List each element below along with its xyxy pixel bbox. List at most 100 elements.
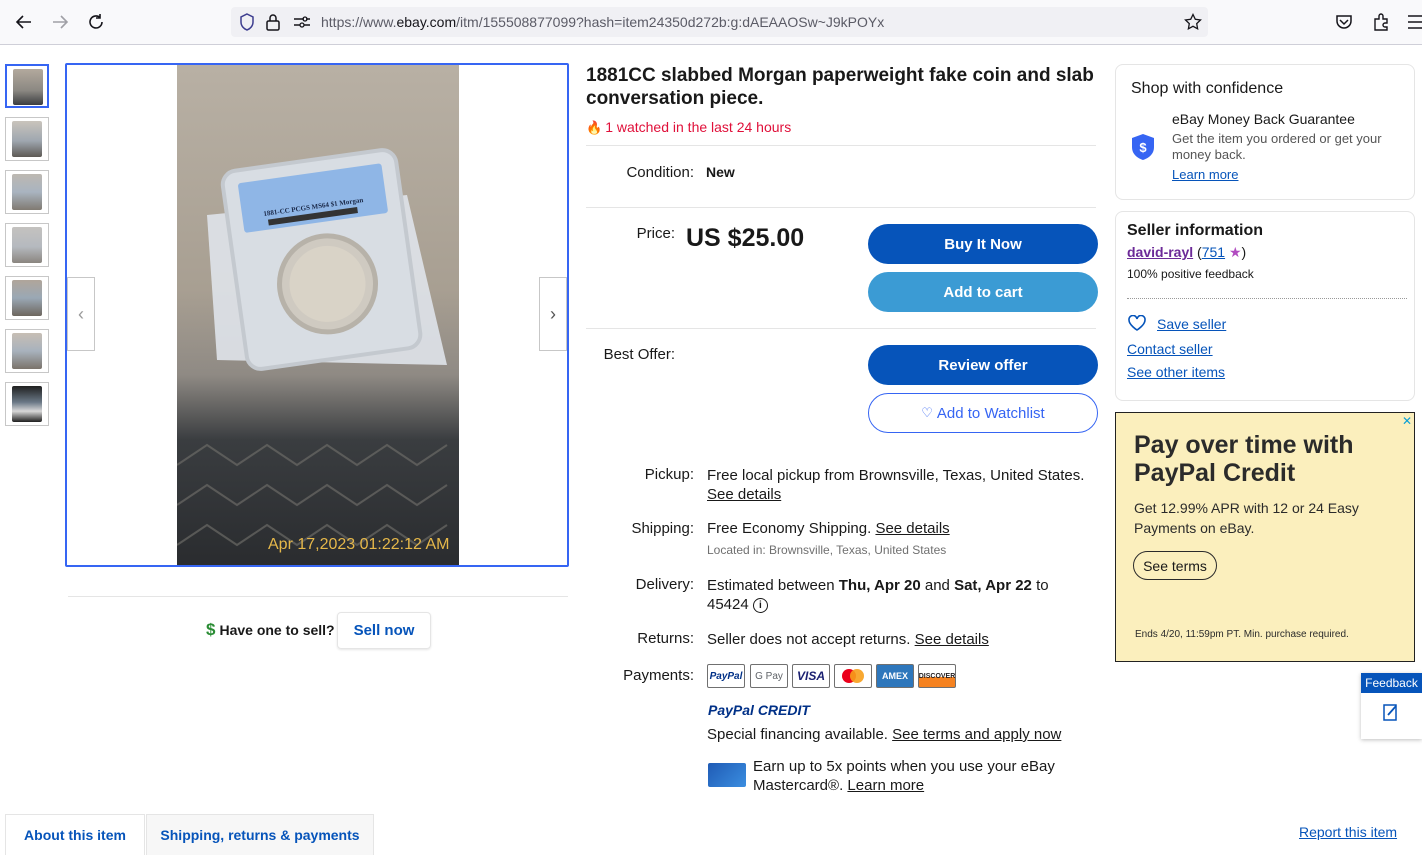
price-label: Price:	[636, 225, 675, 242]
pickup-label: Pickup:	[644, 466, 694, 483]
shop-with-confidence-card: Shop with confidence $ eBay Money Back G…	[1115, 64, 1415, 200]
item-title: 1881CC slabbed Morgan paperweight fake c…	[586, 65, 1094, 109]
next-image-button[interactable]: ›	[539, 277, 567, 351]
thumbnail-1[interactable]	[5, 64, 49, 108]
guarantee-text: Get the item you ordered or get your mon…	[1172, 131, 1382, 162]
amex-logo: AMEX	[876, 664, 914, 688]
pocket-icon[interactable]	[1335, 13, 1353, 36]
thumbnail-6[interactable]	[5, 329, 49, 373]
ad-body: Get 12.99% APR with 12 or 24 Easy Paymen…	[1134, 500, 1359, 536]
divider	[586, 145, 1096, 146]
seller-name-row: david-rayl (751 ★)	[1127, 244, 1247, 260]
sell-now-button[interactable]: Sell now	[337, 612, 431, 649]
heart-outline-icon[interactable]	[1128, 314, 1146, 336]
thumbnail-2[interactable]	[5, 117, 49, 161]
feedback-pencil-icon	[1383, 703, 1399, 726]
purple-star-icon: ★	[1228, 244, 1242, 260]
fire-icon: 🔥	[586, 120, 603, 135]
returns-value: Seller does not accept returns. See deta…	[707, 631, 989, 648]
financing-text: Special financing available. See terms a…	[707, 726, 1062, 743]
item-tabs: About this item Shipping, returns & paym…	[0, 814, 1422, 855]
thumbnail-3[interactable]	[5, 170, 49, 214]
financing-terms-link[interactable]: See terms and apply now	[892, 726, 1061, 743]
discover-logo: DISCOVER	[918, 664, 956, 688]
tab-shipping-returns-payments[interactable]: Shipping, returns & payments	[146, 814, 374, 855]
photo-timestamp: Apr 17,2023 01:22:12 AM	[268, 536, 450, 553]
seller-name-link[interactable]: david-rayl	[1127, 244, 1193, 260]
shipping-label: Shipping:	[631, 520, 694, 537]
delivery-value: Estimated between Thu, Apr 20 and Sat, A…	[707, 577, 1049, 613]
confidence-heading: Shop with confidence	[1131, 80, 1284, 97]
divider	[586, 207, 1096, 208]
review-offer-button[interactable]: Review offer	[868, 345, 1098, 385]
dollar-icon: $	[206, 620, 216, 639]
chevron-right-icon: ›	[550, 303, 556, 324]
paypal-logo: PayPal	[707, 664, 745, 688]
back-icon[interactable]	[12, 10, 36, 34]
tab-about-this-item[interactable]: About this item	[5, 814, 145, 855]
browser-toolbar: https://www.ebay.com/itm/155508877099?ha…	[0, 0, 1422, 45]
mastercard-logo	[834, 664, 872, 688]
price-value: US $25.00	[686, 224, 805, 252]
main-image-frame[interactable]: 1881-CC PCGS MS64 $1 Morgan Apr 17,2023 …	[65, 63, 569, 567]
save-seller-link[interactable]: Save seller	[1157, 316, 1226, 332]
guarantee-learn-more-link[interactable]: Learn more	[1172, 167, 1238, 182]
see-other-items-link[interactable]: See other items	[1127, 364, 1225, 380]
pickup-see-details-link[interactable]: See details	[707, 486, 781, 503]
ad-fine-print: Ends 4/20, 11:59pm PT. Min. purchase req…	[1135, 629, 1349, 640]
shipping-value: Free Economy Shipping. See details	[707, 520, 950, 537]
ad-see-terms-button[interactable]: See terms	[1133, 551, 1217, 580]
add-to-cart-button[interactable]: Add to cart	[868, 272, 1098, 312]
extensions-icon[interactable]	[1372, 13, 1390, 36]
divider	[68, 596, 568, 597]
seller-feedback: 100% positive feedback	[1127, 267, 1254, 281]
paypal-credit-ad[interactable]: ✕ Pay over time with PayPal Credit Get 1…	[1115, 412, 1415, 662]
ebay-mastercard-icon	[708, 763, 746, 787]
url-text: https://www.ebay.com/itm/155508877099?ha…	[321, 14, 885, 30]
item-photo: 1881-CC PCGS MS64 $1 Morgan Apr 17,2023 …	[177, 65, 459, 565]
watched-indicator: 🔥 1 watched in the last 24 hours	[586, 119, 792, 135]
lock-icon[interactable]	[265, 13, 281, 36]
paypal-credit-logo: PayPal CREDIT	[708, 702, 810, 718]
seller-heading: Seller information	[1127, 222, 1264, 239]
add-to-watchlist-button[interactable]: ♡ Add to Watchlist	[868, 393, 1098, 433]
shield-icon[interactable]	[239, 13, 255, 36]
delivery-label: Delivery:	[635, 576, 694, 593]
reload-icon[interactable]	[84, 10, 108, 34]
permissions-icon[interactable]	[293, 15, 311, 34]
info-icon[interactable]: i	[752, 597, 768, 613]
svg-text:$: $	[1139, 140, 1147, 155]
condition-label: Condition:	[626, 164, 694, 181]
shipping-see-details-link[interactable]: See details	[875, 520, 949, 537]
visa-logo: VISA	[792, 664, 830, 688]
thumbnail-4[interactable]	[5, 223, 49, 267]
feedback-label: Feedback	[1361, 673, 1422, 693]
heart-icon: ♡	[921, 405, 933, 420]
ad-close-icon[interactable]: ✕	[1402, 414, 1412, 428]
shield-dollar-icon: $	[1130, 133, 1156, 166]
returns-see-details-link[interactable]: See details	[915, 631, 989, 648]
returns-label: Returns:	[637, 630, 694, 647]
card-learn-more-link[interactable]: Learn more	[847, 777, 924, 794]
sell-prompt: $ Have one to sell?	[206, 620, 335, 640]
seller-score-link[interactable]: 751	[1202, 244, 1225, 260]
menu-icon[interactable]	[1408, 13, 1422, 36]
ad-headline: Pay over time with PayPal Credit	[1134, 431, 1354, 487]
thumbnail-5[interactable]	[5, 276, 49, 320]
item-location: Located in: Brownsville, Texas, United S…	[707, 543, 947, 557]
contact-seller-link[interactable]: Contact seller	[1127, 341, 1213, 357]
report-item-link[interactable]: Report this item	[1299, 824, 1397, 840]
thumbnail-7[interactable]	[5, 382, 49, 426]
payments-label: Payments:	[623, 667, 694, 684]
bookmark-star-icon[interactable]	[1184, 12, 1202, 36]
buy-it-now-button[interactable]: Buy It Now	[868, 224, 1098, 264]
guarantee-title: eBay Money Back Guarantee	[1172, 111, 1355, 127]
feedback-tab[interactable]: Feedback	[1361, 673, 1422, 739]
previous-image-button[interactable]: ‹	[67, 277, 95, 351]
best-offer-label: Best Offer:	[603, 346, 675, 363]
chevron-left-icon: ‹	[78, 303, 84, 324]
forward-icon[interactable]	[48, 10, 72, 34]
url-bar[interactable]: https://www.ebay.com/itm/155508877099?ha…	[231, 7, 1208, 37]
seller-information-card: Seller information david-rayl (751 ★) 10…	[1115, 211, 1415, 401]
google-pay-logo: G Pay	[750, 664, 788, 688]
